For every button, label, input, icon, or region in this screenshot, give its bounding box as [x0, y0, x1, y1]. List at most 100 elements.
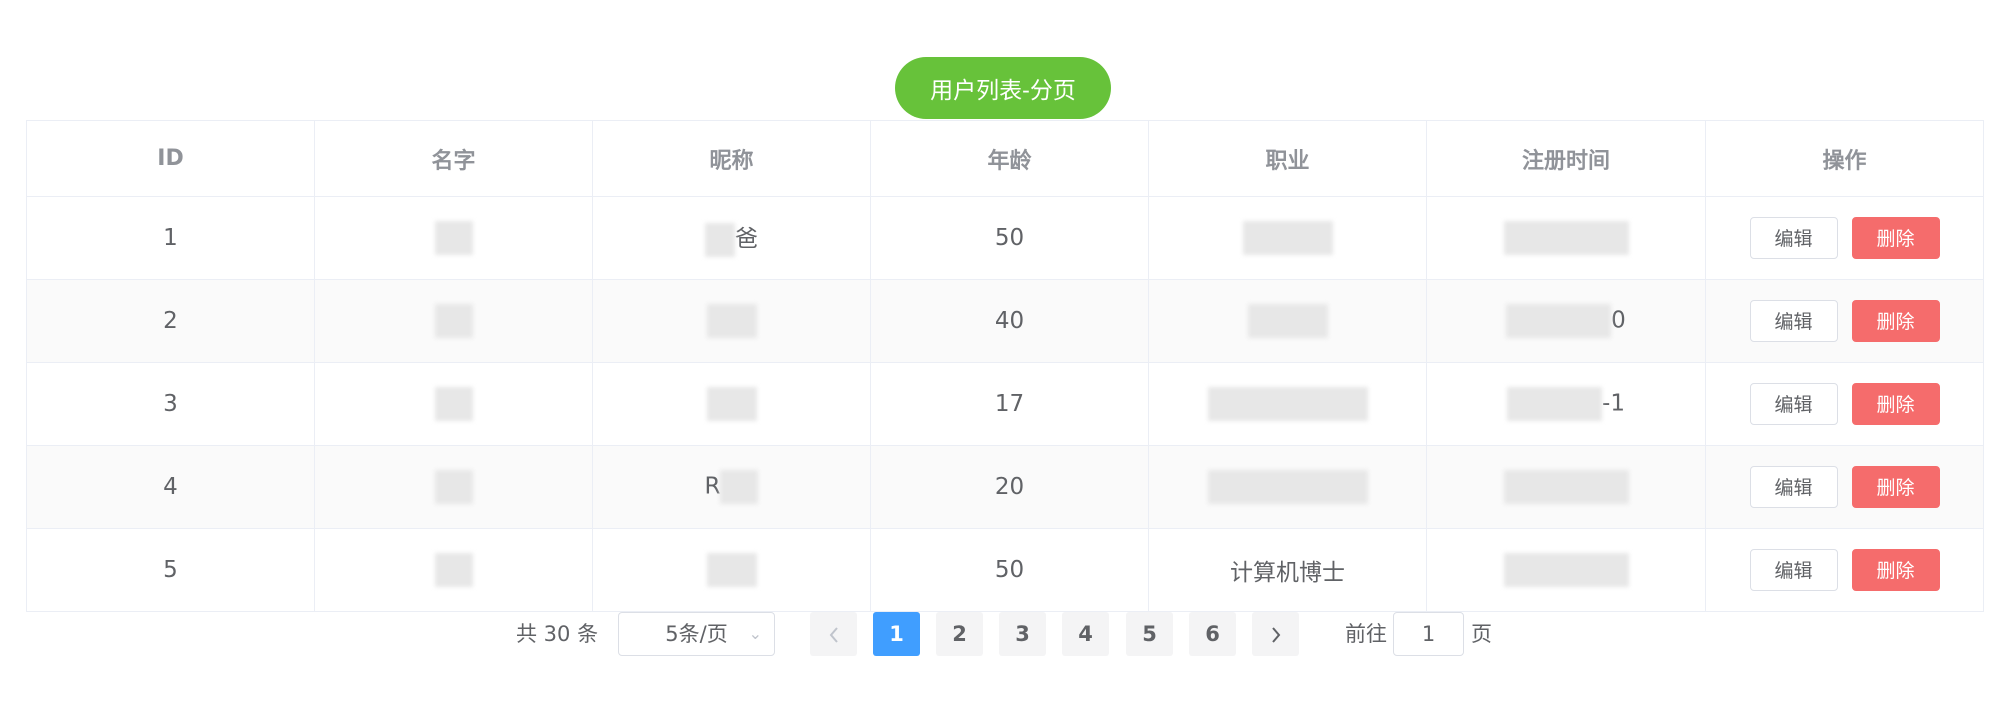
cell-actions: 编辑 删除: [1705, 279, 1984, 363]
column-header-name[interactable]: 名字: [314, 120, 593, 197]
page-button-6[interactable]: 6: [1189, 612, 1236, 656]
column-header-actions: 操作: [1705, 120, 1984, 197]
chevron-left-icon: [829, 627, 838, 643]
cell-nickname: 爸: [592, 196, 871, 280]
blurred-register-time: [1503, 221, 1629, 255]
column-header-nickname[interactable]: 昵称: [592, 120, 871, 197]
user-list-title-button[interactable]: 用户列表-分页: [895, 57, 1111, 119]
cell-nickname: [592, 528, 871, 612]
table-row: 2 40 0 编辑 删除: [26, 279, 1984, 363]
edit-button[interactable]: 编辑: [1749, 383, 1838, 425]
edit-button[interactable]: 编辑: [1749, 217, 1838, 259]
blurred-nickname: [706, 387, 757, 421]
cell-job: [1148, 362, 1427, 446]
blurred-name: [434, 304, 473, 338]
table-row: 4 R 20 编辑 删除: [26, 445, 1984, 529]
cell-job: [1148, 279, 1427, 363]
cell-actions: 编辑 删除: [1705, 196, 1984, 280]
cell-actions: 编辑 删除: [1705, 528, 1984, 612]
blurred-name: [434, 553, 473, 587]
blurred-name: [434, 387, 473, 421]
cell-job: [1148, 196, 1427, 280]
column-header-age[interactable]: 年龄: [870, 120, 1149, 197]
page-button-5[interactable]: 5: [1126, 612, 1173, 656]
table-header-row: ID 名字 昵称 年龄 职业 注册时间 操作: [26, 120, 1984, 197]
column-header-job[interactable]: 职业: [1148, 120, 1427, 197]
blurred-register-time: [1503, 470, 1629, 504]
cell-job: 计算机博士: [1148, 528, 1427, 612]
page-button-4[interactable]: 4: [1062, 612, 1109, 656]
cell-name: [314, 445, 593, 529]
cell-name: [314, 528, 593, 612]
cell-age: 50: [870, 196, 1149, 280]
blurred-job: [1247, 304, 1328, 338]
prev-page-button[interactable]: [810, 612, 857, 656]
delete-button[interactable]: 删除: [1851, 466, 1940, 508]
blurred-nickname: [706, 553, 757, 587]
blurred-name: [434, 221, 473, 255]
cell-name: [314, 279, 593, 363]
blurred-job: [1207, 470, 1368, 504]
page-size-select[interactable]: 5条/页 ⌄: [618, 612, 775, 656]
edit-button[interactable]: 编辑: [1749, 300, 1838, 342]
page-button-2[interactable]: 2: [936, 612, 983, 656]
cell-age: 17: [870, 362, 1149, 446]
page-button-3[interactable]: 3: [999, 612, 1046, 656]
cell-id: 5: [26, 528, 315, 612]
blurred-register-time: [1507, 387, 1603, 421]
delete-button[interactable]: 删除: [1851, 300, 1940, 342]
page-button-1[interactable]: 1: [873, 612, 920, 656]
cell-register-time: [1426, 445, 1706, 529]
nickname-visible-text: R: [704, 473, 721, 500]
chevron-down-icon: ⌄: [748, 624, 762, 643]
cell-register-time: [1426, 196, 1706, 280]
cell-nickname: [592, 279, 871, 363]
cell-register-time: 0: [1426, 279, 1706, 363]
cell-id: 1: [26, 196, 315, 280]
register-time-visible-text: 0: [1611, 307, 1626, 334]
delete-button[interactable]: 删除: [1851, 217, 1940, 259]
page-size-value: 5条/页: [665, 622, 728, 646]
cell-id: 4: [26, 445, 315, 529]
goto-suffix: 页: [1471, 622, 1492, 646]
cell-name: [314, 196, 593, 280]
register-time-visible-text: -1: [1602, 390, 1625, 417]
delete-button[interactable]: 删除: [1851, 549, 1940, 591]
pagination-total: 共 30 条: [516, 622, 599, 646]
column-header-id[interactable]: ID: [26, 120, 315, 197]
blurred-nickname: [720, 470, 759, 504]
blurred-job: [1242, 221, 1333, 255]
nickname-visible-text: 爸: [735, 226, 758, 253]
cell-job: [1148, 445, 1427, 529]
cell-age: 20: [870, 445, 1149, 529]
cell-register-time: -1: [1426, 362, 1706, 446]
cell-register-time: [1426, 528, 1706, 612]
user-list-page: 用户列表-分页 ID 名字 昵称 年龄 职业 注册时间 操作 1 爸 50 编辑…: [0, 0, 2010, 723]
table-row: 1 爸 50 编辑 删除: [26, 196, 1984, 280]
blurred-register-time: [1503, 553, 1629, 587]
cell-nickname: R: [592, 445, 871, 529]
cell-id: 3: [26, 362, 315, 446]
blurred-name: [434, 470, 473, 504]
cell-age: 50: [870, 528, 1149, 612]
edit-button[interactable]: 编辑: [1749, 466, 1838, 508]
table-row: 5 50 计算机博士 编辑 删除: [26, 528, 1984, 612]
cell-age: 40: [870, 279, 1149, 363]
column-header-register-time[interactable]: 注册时间: [1426, 120, 1706, 197]
cell-id: 2: [26, 279, 315, 363]
cell-actions: 编辑 删除: [1705, 445, 1984, 529]
blurred-nickname: [706, 304, 757, 338]
users-table: ID 名字 昵称 年龄 职业 注册时间 操作 1 爸 50 编辑 删除 2 40…: [26, 120, 1984, 612]
cell-actions: 编辑 删除: [1705, 362, 1984, 446]
edit-button[interactable]: 编辑: [1749, 549, 1838, 591]
pagination: 共 30 条 5条/页 ⌄ 1 2 3 4 5 6 前往 页: [0, 612, 2010, 656]
cell-name: [314, 362, 593, 446]
delete-button[interactable]: 删除: [1851, 383, 1940, 425]
blurred-job: [1207, 387, 1368, 421]
cell-nickname: [592, 362, 871, 446]
next-page-button[interactable]: [1252, 612, 1299, 656]
goto-page-input[interactable]: [1393, 612, 1464, 656]
chevron-right-icon: [1271, 627, 1280, 643]
blurred-nickname: [705, 222, 735, 257]
table-row: 3 17 -1 编辑 删除: [26, 362, 1984, 446]
